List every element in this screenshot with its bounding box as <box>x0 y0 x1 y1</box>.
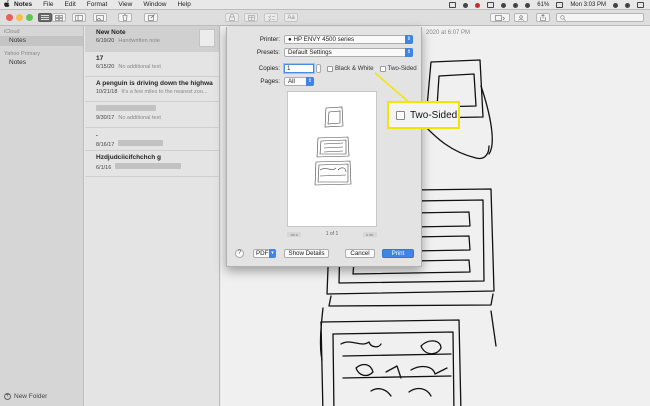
two-sided-callout: Two-Sided <box>387 101 460 129</box>
callout-label: Two-Sided <box>410 109 458 121</box>
callout-leader-line <box>374 72 411 104</box>
callout-checkbox <box>396 110 405 120</box>
